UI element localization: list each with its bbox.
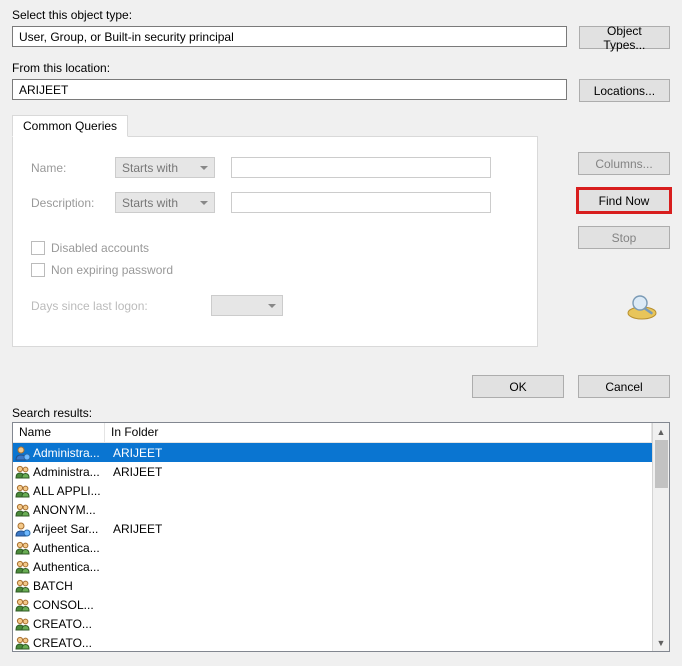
result-name: Administra... [33,446,107,460]
group-icon [15,578,31,594]
columns-button[interactable]: Columns... [578,152,670,175]
ok-button[interactable]: OK [472,375,564,398]
description-mode-select[interactable]: Starts with [115,192,215,213]
table-row[interactable]: ALL APPLI... [13,481,652,500]
group-icon [15,540,31,556]
object-types-button[interactable]: Object Types... [579,26,670,49]
checkbox-icon [31,263,45,277]
non-expiring-password-checkbox[interactable]: Non expiring password [31,263,519,277]
column-header-name[interactable]: Name [13,423,105,442]
location-input[interactable] [12,79,567,100]
scroll-up-icon: ▲ [653,423,669,440]
search-icon [626,293,662,324]
results-scrollbar[interactable]: ▲ ▼ [652,423,669,651]
scroll-down-icon: ▼ [653,634,669,651]
locations-button[interactable]: Locations... [579,79,670,102]
result-name: ALL APPLI... [33,484,107,498]
from-location-label: From this location: [12,61,670,75]
table-row[interactable]: Arijeet Sar...ARIJEET [13,519,652,538]
column-header-infolder[interactable]: In Folder [105,423,652,442]
table-row[interactable]: ANONYM... [13,500,652,519]
find-now-button[interactable]: Find Now [578,189,670,212]
table-row[interactable]: BATCH [13,576,652,595]
common-queries-panel: Common Queries Name: Starts with Descrip… [12,136,538,347]
table-row[interactable]: CONSOL... [13,595,652,614]
result-name: Administra... [33,465,107,479]
result-name: CREATO... [33,636,107,650]
group-icon [15,635,31,651]
table-row[interactable]: Administra...ARIJEET [13,462,652,481]
name-mode-select[interactable]: Starts with [115,157,215,178]
result-name: Authentica... [33,560,107,574]
group-icon [15,483,31,499]
disabled-accounts-checkbox[interactable]: Disabled accounts [31,241,519,255]
name-label: Name: [31,161,115,175]
result-name: Arijeet Sar... [33,522,107,536]
group-icon [15,616,31,632]
search-results-list: Name In Folder Administra...ARIJEETAdmin… [12,422,670,652]
name-mode-value: Starts with [122,161,178,175]
result-folder: ARIJEET [107,446,162,460]
result-folder: ARIJEET [107,522,162,536]
result-name: BATCH [33,579,107,593]
result-folder: ARIJEET [107,465,162,479]
name-input[interactable] [231,157,491,178]
table-row[interactable]: Authentica... [13,538,652,557]
table-row[interactable]: Administra...ARIJEET [13,443,652,462]
result-name: ANONYM... [33,503,107,517]
tab-common-queries[interactable]: Common Queries [12,115,128,137]
user-icon [15,445,31,461]
group-icon [15,464,31,480]
non-expiring-password-label: Non expiring password [51,263,173,277]
result-name: Authentica... [33,541,107,555]
table-row[interactable]: CREATO... [13,614,652,633]
select-object-type-label: Select this object type: [12,8,670,22]
stop-button[interactable]: Stop [578,226,670,249]
disabled-accounts-label: Disabled accounts [51,241,149,255]
description-label: Description: [31,196,115,210]
days-since-last-logon-select[interactable] [211,295,283,316]
group-icon [15,559,31,575]
days-since-last-logon-label: Days since last logon: [31,299,211,313]
result-name: CREATO... [33,617,107,631]
user-icon [15,521,31,537]
group-icon [15,502,31,518]
group-icon [15,597,31,613]
object-type-input[interactable] [12,26,567,47]
table-row[interactable]: Authentica... [13,557,652,576]
table-row[interactable]: CREATO... [13,633,652,651]
result-name: CONSOL... [33,598,107,612]
checkbox-icon [31,241,45,255]
description-mode-value: Starts with [122,196,178,210]
description-input[interactable] [231,192,491,213]
cancel-button[interactable]: Cancel [578,375,670,398]
search-results-label: Search results: [12,406,670,420]
scroll-thumb[interactable] [655,440,668,488]
